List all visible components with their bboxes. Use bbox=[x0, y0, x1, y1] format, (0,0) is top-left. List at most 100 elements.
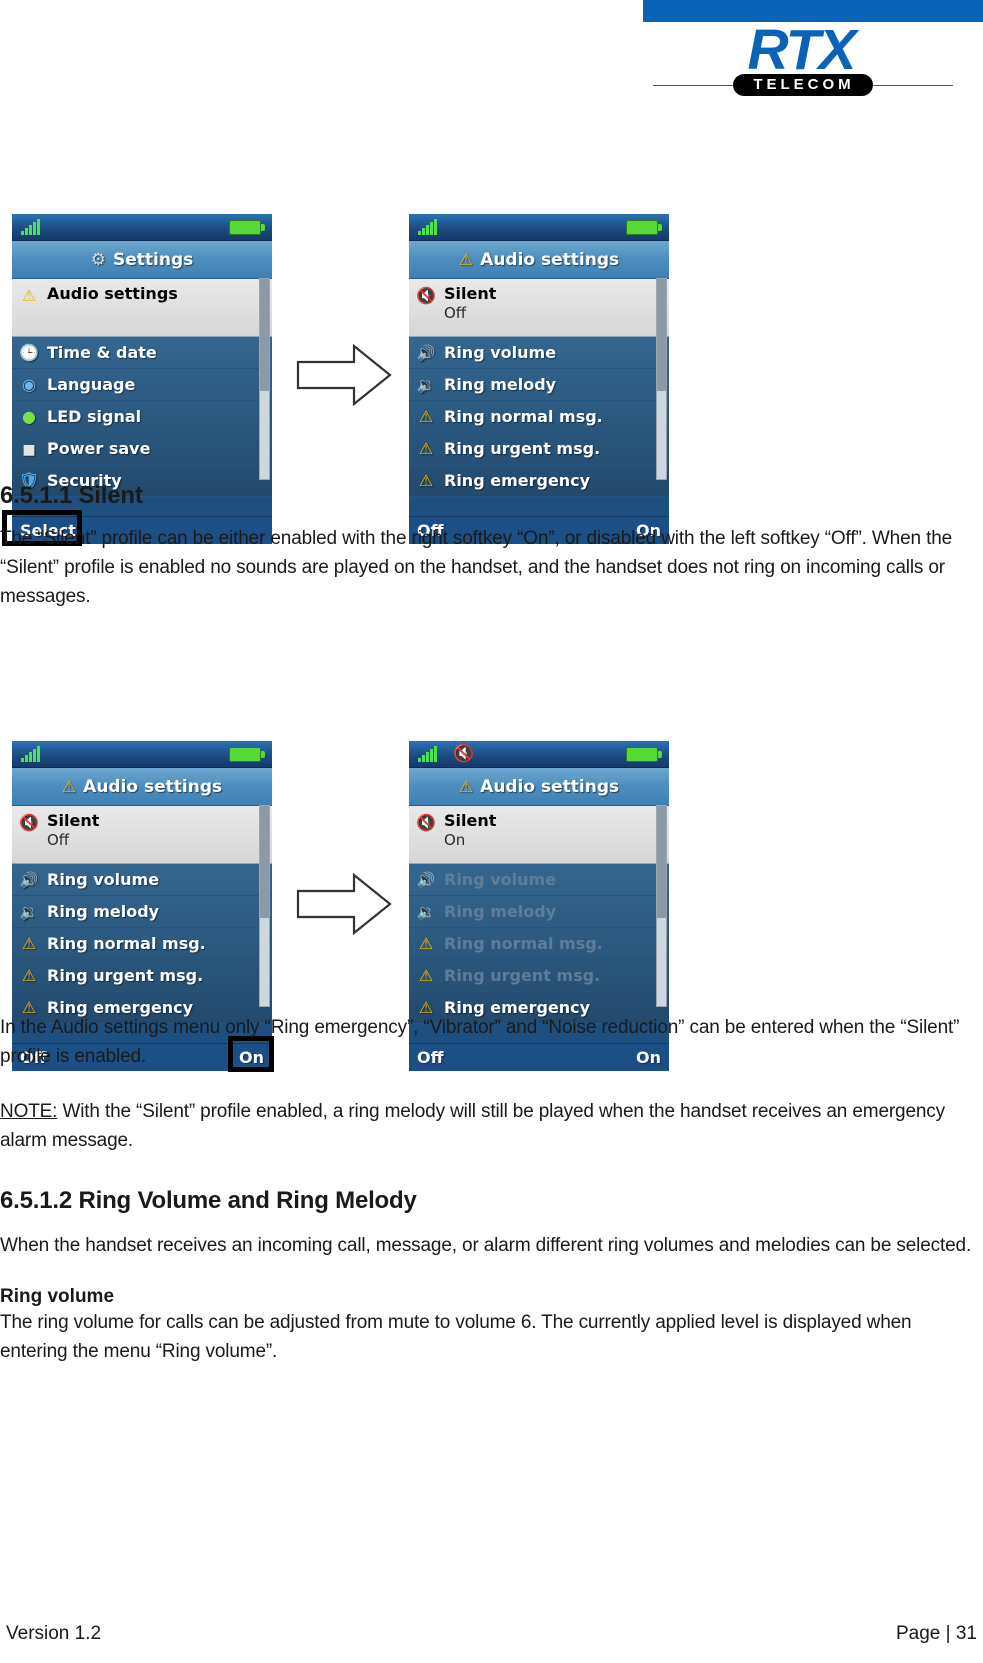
menu-list: 🔊 Ring volume 🔉 Ring melody ⚠ Ring norma… bbox=[409, 337, 669, 497]
footer-version: Version 1.2 bbox=[6, 1623, 102, 1644]
flow-arrow-icon bbox=[296, 873, 392, 935]
list-item-label: Ring melody bbox=[444, 375, 557, 394]
speaker-volume-icon: 🔊 bbox=[19, 870, 39, 889]
list-item-label: Ring volume bbox=[444, 343, 557, 362]
status-bar: 🔇 bbox=[409, 741, 669, 768]
screen-title: Audio settings bbox=[480, 249, 620, 270]
ring-alert-icon: ⚠ bbox=[458, 249, 474, 269]
signal-bars-icon bbox=[418, 219, 437, 235]
selected-menu-item[interactable]: ⚠ Audio settings bbox=[12, 279, 272, 337]
scrollbar[interactable] bbox=[656, 805, 667, 1007]
list-item[interactable]: ⚠ Ring urgent msg. bbox=[409, 433, 669, 465]
selected-item-label: Silent bbox=[47, 811, 100, 830]
screen-title: Audio settings bbox=[480, 776, 620, 797]
battery-icon bbox=[229, 747, 265, 762]
list-item[interactable]: ⚠ Ring urgent msg. bbox=[12, 960, 272, 992]
rtx-telecom-logo: RTX TELECOM bbox=[643, 18, 963, 96]
status-bar bbox=[12, 214, 272, 241]
screen-title-bar: ⚙ Settings bbox=[12, 241, 272, 279]
speaker-melody-icon: 🔉 bbox=[416, 902, 436, 921]
page-footer: Version 1.2 Page | 31 bbox=[0, 1623, 983, 1645]
ring-alert-icon: ⚠ bbox=[21, 965, 37, 985]
ring-alert-icon: ⚠ bbox=[418, 438, 434, 458]
status-bar bbox=[409, 214, 669, 241]
scrollbar-thumb[interactable] bbox=[260, 279, 269, 391]
list-item[interactable]: 🔊 Ring volume bbox=[409, 337, 669, 369]
scrollbar-thumb[interactable] bbox=[657, 279, 666, 391]
globe-icon: ◉ bbox=[22, 374, 36, 394]
list-item-label: Ring volume bbox=[47, 870, 160, 889]
menu-list: 🔊 Ring volume 🔉 Ring melody ⚠ Ring norma… bbox=[12, 864, 272, 1024]
list-item[interactable]: ◉ Language bbox=[12, 369, 272, 401]
list-item: ⚠ Ring normal msg. bbox=[409, 928, 669, 960]
power-save-icon: ■ bbox=[22, 441, 36, 458]
list-item[interactable]: ● LED signal bbox=[12, 401, 272, 433]
list-item[interactable]: 🕒 Time & date bbox=[12, 337, 272, 369]
list-item[interactable]: 🔊 Ring volume bbox=[12, 864, 272, 896]
selected-item-value: On bbox=[444, 831, 466, 849]
list-item[interactable]: 🔉 Ring melody bbox=[12, 896, 272, 928]
ring-alert-icon: ⚠ bbox=[61, 776, 77, 796]
list-item-label: Language bbox=[47, 375, 136, 394]
note-label: NOTE: bbox=[0, 1101, 58, 1122]
logo-rtx-text: RTX bbox=[747, 18, 857, 82]
note-text: With the “Silent” profile enabled, a rin… bbox=[0, 1101, 945, 1151]
mute-icon: 🔇 bbox=[416, 813, 436, 832]
screen-title: Settings bbox=[113, 249, 194, 270]
speaker-melody-icon: 🔉 bbox=[416, 375, 436, 394]
selected-menu-item[interactable]: 🔇 Silent Off bbox=[409, 279, 669, 337]
scrollbar-thumb[interactable] bbox=[657, 806, 666, 918]
ring-alert-icon: ⚠ bbox=[418, 406, 434, 426]
battery-icon bbox=[626, 747, 662, 762]
selected-item-value: Off bbox=[47, 831, 70, 849]
heading-6-5-1-1: 6.5.1.1 Silent bbox=[0, 482, 143, 509]
paragraph-ring-volume-detail: The ring volume for calls can be adjuste… bbox=[0, 1312, 912, 1362]
list-item[interactable]: 🔉 Ring melody bbox=[409, 369, 669, 401]
selected-menu-item[interactable]: 🔇 Silent Off bbox=[12, 806, 272, 864]
paragraph-ring-volume-intro: When the handset receives an incoming ca… bbox=[0, 1235, 972, 1256]
list-item[interactable]: ■ Power save bbox=[12, 433, 272, 465]
ring-alert-icon: ⚠ bbox=[418, 965, 434, 985]
heading-6-5-1-2: 6.5.1.2 Ring Volume and Ring Melody bbox=[0, 1187, 417, 1214]
selected-item-value: Off bbox=[444, 304, 467, 322]
selected-item-label: Audio settings bbox=[47, 284, 178, 303]
footer-page-number: Page | 31 bbox=[895, 1623, 977, 1644]
ring-alert-icon: ⚠ bbox=[21, 933, 37, 953]
paragraph-silent-restrictions: In the Audio settings menu only “Ring em… bbox=[0, 1017, 960, 1067]
screen-title: Audio settings bbox=[83, 776, 223, 797]
list-item-label: Ring normal msg. bbox=[47, 934, 206, 953]
logo-telecom-row: TELECOM bbox=[643, 74, 963, 96]
list-item: ⚠ Ring urgent msg. bbox=[409, 960, 669, 992]
led-icon: ● bbox=[22, 406, 36, 426]
status-bar bbox=[12, 741, 272, 768]
list-item-label: LED signal bbox=[47, 407, 142, 426]
speaker-volume-icon: 🔊 bbox=[416, 343, 436, 362]
logo-telecom-text: TELECOM bbox=[733, 74, 873, 96]
screen-title-bar: ⚠ Audio settings bbox=[409, 768, 669, 806]
screen-title-bar: ⚠ Audio settings bbox=[12, 768, 272, 806]
scrollbar[interactable] bbox=[259, 805, 270, 1007]
signal-bars-icon bbox=[418, 746, 437, 762]
list-item-label: Ring urgent msg. bbox=[47, 966, 204, 985]
screen-title-bar: ⚠ Audio settings bbox=[409, 241, 669, 279]
selected-menu-item[interactable]: 🔇 Silent On bbox=[409, 806, 669, 864]
page-header: RTX TELECOM bbox=[0, 0, 983, 96]
ring-alert-icon: ⚠ bbox=[458, 776, 474, 796]
paragraph-note: NOTE: With the “Silent” profile enabled,… bbox=[0, 1097, 983, 1155]
scrollbar-thumb[interactable] bbox=[260, 806, 269, 918]
list-item-label: Power save bbox=[47, 439, 151, 458]
list-item[interactable]: ⚠ Ring normal msg. bbox=[409, 401, 669, 433]
scrollbar[interactable] bbox=[259, 278, 270, 480]
scrollbar[interactable] bbox=[656, 278, 667, 480]
flow-arrow-icon bbox=[296, 344, 392, 406]
clock-icon: 🕒 bbox=[19, 342, 39, 362]
signal-bars-icon bbox=[21, 746, 40, 762]
list-item-label: Ring normal msg. bbox=[444, 407, 603, 426]
battery-icon bbox=[229, 220, 265, 235]
list-item-label: Ring urgent msg. bbox=[444, 966, 601, 985]
mute-icon: 🔇 bbox=[453, 744, 475, 764]
paragraph-silent-intro: The “Silent” profile can be either enabl… bbox=[0, 528, 953, 607]
ring-alert-icon: ⚠ bbox=[418, 933, 434, 953]
list-item[interactable]: ⚠ Ring normal msg. bbox=[12, 928, 272, 960]
signal-bars-icon bbox=[21, 219, 40, 235]
